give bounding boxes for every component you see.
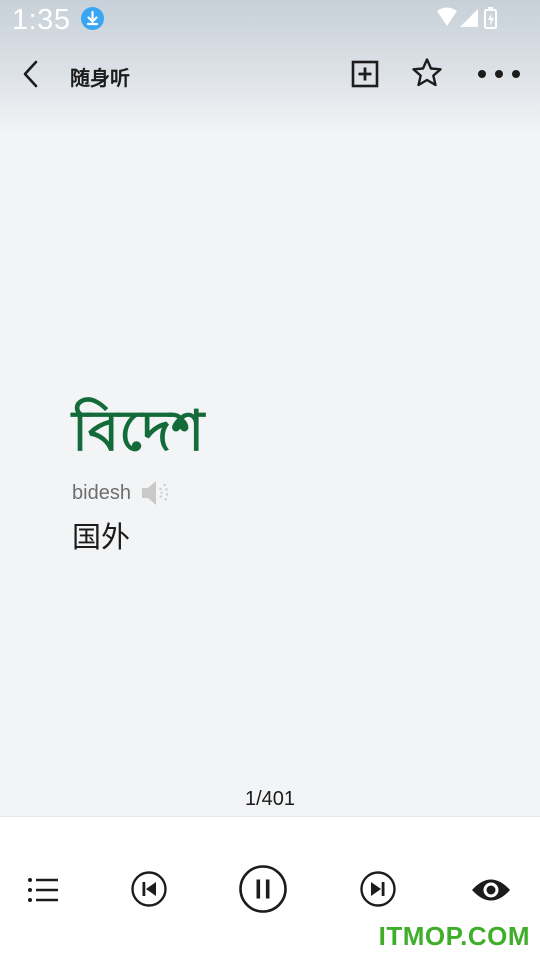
chevron-left-icon	[23, 60, 38, 88]
skip-previous-icon	[131, 871, 167, 907]
wifi-icon	[437, 7, 457, 26]
more-horiz-icon	[478, 70, 520, 78]
app-bar: 随身听	[0, 44, 540, 104]
transliteration: bidesh	[72, 481, 131, 504]
previous-button[interactable]	[130, 870, 168, 908]
playlist-button[interactable]	[26, 873, 60, 907]
pause-icon	[239, 865, 287, 913]
pause-button[interactable]	[238, 864, 288, 914]
foreign-word: বিদেশ	[72, 399, 205, 464]
word-card: বিদেশ bidesh 国外	[72, 396, 492, 556]
progress-counter: 1/401	[244, 788, 296, 810]
page-title: 随身听	[70, 68, 130, 90]
status-time: 1:35	[12, 4, 71, 36]
signal-icon	[460, 9, 478, 27]
add-box-icon	[351, 60, 379, 88]
watermark: ITMOP.COM	[378, 921, 530, 951]
status-icons	[436, 7, 502, 34]
status-bar: 1:35	[0, 0, 540, 44]
skip-next-icon	[360, 871, 396, 907]
play-pronunciation-button[interactable]	[139, 477, 173, 509]
speaker-icon	[141, 481, 168, 505]
toggle-visibility-button[interactable]	[470, 875, 512, 905]
back-button[interactable]	[14, 56, 50, 92]
download-icon	[81, 7, 104, 30]
word-meaning: 国外	[72, 522, 131, 554]
next-button[interactable]	[359, 870, 397, 908]
playlist-icon	[28, 878, 58, 902]
star-outline-icon	[412, 58, 442, 87]
transliteration-row: bidesh	[72, 478, 492, 508]
favorite-button[interactable]	[410, 56, 444, 90]
more-options-button[interactable]	[474, 60, 524, 88]
eye-icon	[472, 879, 510, 901]
add-to-list-button[interactable]	[349, 58, 381, 90]
wifi-signal-battery-icons	[437, 7, 497, 29]
